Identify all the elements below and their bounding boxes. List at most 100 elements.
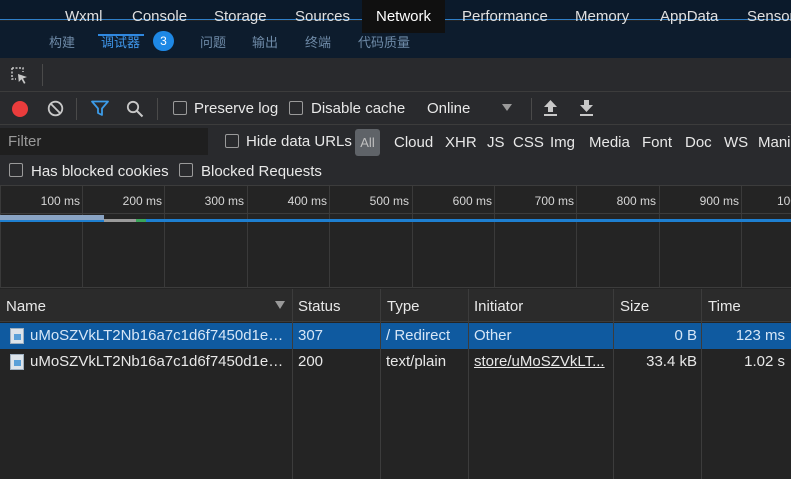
- column-divider: [380, 289, 381, 479]
- timeline-tick-label: 700 ms: [534, 194, 574, 208]
- column-header-initiator[interactable]: Initiator: [474, 298, 523, 315]
- timeline-gridline: [412, 186, 413, 288]
- divider: [157, 98, 158, 120]
- table-row[interactable]: uMoSZVkLT2Nb16a7c1d6f7450d1e8... 307 / R…: [0, 323, 791, 349]
- search-icon[interactable]: [126, 100, 144, 118]
- tab-memory[interactable]: Memory: [575, 0, 629, 33]
- disable-cache-checkbox[interactable]: [289, 101, 303, 115]
- tab-console[interactable]: Console: [132, 0, 187, 33]
- filter-type-cloud[interactable]: Cloud: [394, 134, 433, 151]
- tab-wxml[interactable]: Wxml: [65, 0, 103, 33]
- tab-problems[interactable]: 问题: [200, 32, 226, 51]
- request-status: 200: [298, 353, 324, 370]
- timeline-gridline: [82, 186, 83, 288]
- tab-sources[interactable]: Sources: [295, 0, 350, 33]
- timeline-tick-label: 900 ms: [699, 194, 739, 208]
- filter-icon[interactable]: [91, 100, 109, 117]
- timeline-request-bar: [0, 215, 104, 220]
- has-blocked-cookies-checkbox[interactable]: [9, 163, 23, 177]
- tab-network[interactable]: Network: [362, 0, 446, 33]
- filter-all-button[interactable]: All: [355, 129, 380, 156]
- column-divider: [701, 289, 702, 479]
- filter-input[interactable]: Filter: [0, 128, 208, 155]
- timeline-gridline: [741, 186, 742, 288]
- timeline-gridline: [494, 186, 495, 288]
- hide-data-urls-label: Hide data URLs: [246, 133, 352, 150]
- devtools-tabs: [0, 58, 791, 92]
- timeline-gridline: [659, 186, 660, 288]
- request-size: 0 B: [674, 327, 697, 344]
- request-initiator: Other: [474, 327, 512, 344]
- tab-sensor[interactable]: Sensor: [747, 0, 791, 33]
- timeline-tick-label: 100 ms: [40, 194, 80, 208]
- filter-type-xhr[interactable]: XHR: [445, 134, 477, 151]
- filter-type-doc[interactable]: Doc: [685, 134, 712, 151]
- filter-type-media[interactable]: Media: [589, 134, 630, 151]
- timeline-gridline: [164, 186, 165, 288]
- column-header-size[interactable]: Size: [620, 298, 649, 315]
- request-name: uMoSZVkLT2Nb16a7c1d6f7450d1e8...: [30, 327, 288, 344]
- timeline-tick-label: 200 ms: [122, 194, 162, 208]
- import-har-icon[interactable]: [543, 99, 558, 117]
- divider: [531, 98, 532, 120]
- column-header-name[interactable]: Name: [6, 298, 46, 315]
- filter-type-css[interactable]: CSS: [513, 134, 544, 151]
- timeline-tick-label: 400 ms: [287, 194, 327, 208]
- timeline-divider: [0, 213, 791, 214]
- divider: [42, 64, 43, 86]
- timeline-gridline: [329, 186, 330, 288]
- column-header-type[interactable]: Type: [387, 298, 420, 315]
- preserve-log-checkbox[interactable]: [173, 101, 187, 115]
- filter-type-ws[interactable]: WS: [724, 134, 748, 151]
- tab-performance[interactable]: Performance: [462, 0, 548, 33]
- active-tab-underline: [98, 34, 144, 36]
- timeline-request-bar: [136, 219, 146, 222]
- chevron-down-icon: [502, 104, 512, 111]
- document-icon: [10, 328, 24, 344]
- inspect-element-icon[interactable]: [10, 66, 30, 86]
- column-divider: [468, 289, 469, 479]
- column-divider: [292, 289, 293, 479]
- filter-type-font[interactable]: Font: [642, 134, 672, 151]
- timeline-tick-label: 600 ms: [452, 194, 492, 208]
- timeline-tick-label: 500 ms: [369, 194, 409, 208]
- tab-storage[interactable]: Storage: [214, 0, 267, 33]
- tab-terminal[interactable]: 终端: [305, 32, 331, 51]
- table-row[interactable]: uMoSZVkLT2Nb16a7c1d6f7450d1e8... 200 tex…: [0, 349, 791, 375]
- record-icon[interactable]: [12, 101, 28, 117]
- column-header-status[interactable]: Status: [298, 298, 341, 315]
- timeline-gridline: [576, 186, 577, 288]
- disable-cache-label: Disable cache: [311, 100, 406, 117]
- request-initiator-link[interactable]: store/uMoSZVkLT...: [474, 353, 606, 370]
- filter-type-manifest[interactable]: Mani: [758, 134, 791, 151]
- clear-icon[interactable]: [47, 100, 64, 117]
- request-name: uMoSZVkLT2Nb16a7c1d6f7450d1e8...: [30, 353, 288, 370]
- column-header-time[interactable]: Time: [708, 298, 741, 315]
- tab-build[interactable]: 构建: [49, 32, 75, 51]
- timeline-gridline: [247, 186, 248, 288]
- timeline-tick-label: 300 ms: [204, 194, 244, 208]
- tab-code-quality[interactable]: 代码质量: [358, 32, 410, 51]
- request-size: 33.4 kB: [646, 353, 697, 370]
- column-divider: [613, 289, 614, 479]
- throttling-select[interactable]: Online: [427, 100, 470, 117]
- request-time: 123 ms: [735, 327, 785, 344]
- filter-type-img[interactable]: Img: [550, 134, 575, 151]
- request-time: 1.02 s: [744, 353, 785, 370]
- document-icon: [10, 354, 24, 370]
- blocked-requests-label: Blocked Requests: [201, 163, 322, 180]
- sort-descending-icon[interactable]: [275, 301, 285, 309]
- timeline-tick-label: 100: [777, 194, 791, 208]
- export-har-icon[interactable]: [579, 99, 594, 117]
- filter-type-js[interactable]: JS: [487, 134, 505, 151]
- has-blocked-cookies-label: Has blocked cookies: [31, 163, 169, 180]
- timeline-tick-label: 800 ms: [616, 194, 656, 208]
- blocked-requests-checkbox[interactable]: [179, 163, 193, 177]
- request-type: text/plain: [386, 353, 447, 370]
- tab-appdata[interactable]: AppData: [660, 0, 718, 33]
- hide-data-urls-checkbox[interactable]: [225, 134, 239, 148]
- request-status: 307: [298, 327, 324, 344]
- tab-output[interactable]: 输出: [252, 32, 278, 51]
- divider: [76, 98, 77, 120]
- debugger-count-badge: 3: [153, 31, 174, 51]
